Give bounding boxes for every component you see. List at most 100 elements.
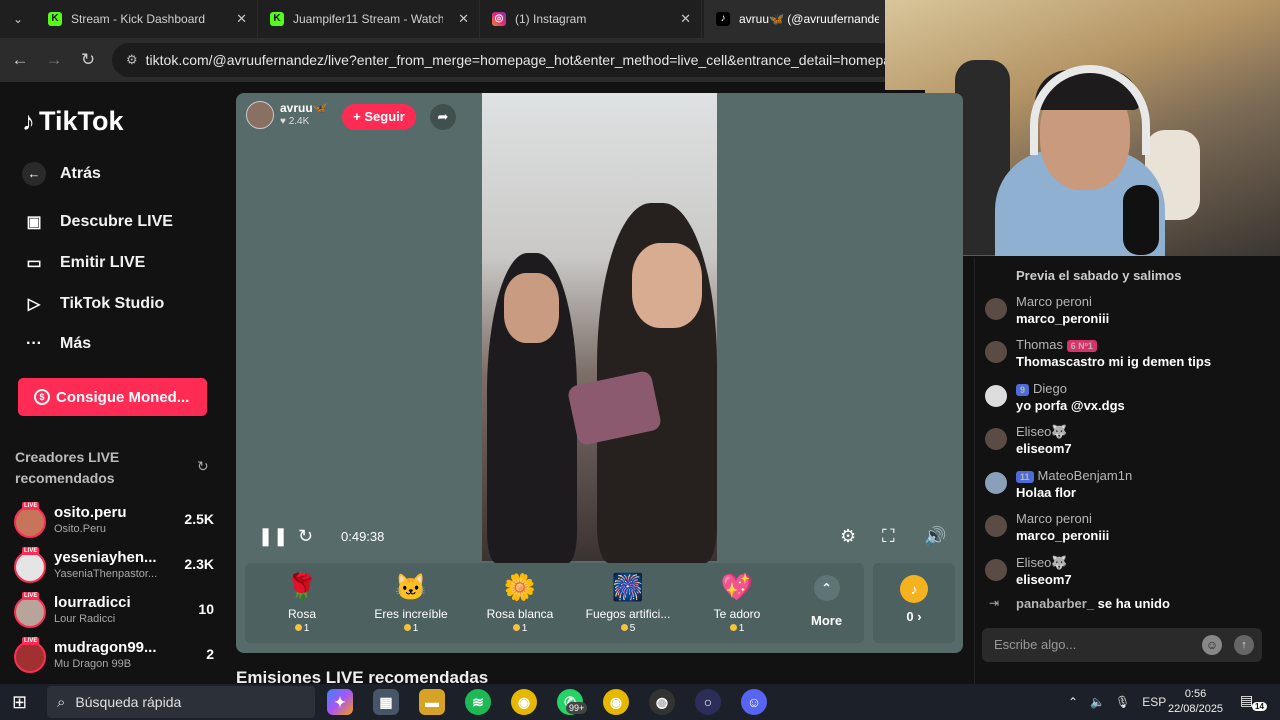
more-label: More xyxy=(811,613,843,628)
tiktok-coin-icon: ♪ xyxy=(900,575,928,603)
sidebar-item-tiktok-studio[interactable]: ▷ TikTok Studio xyxy=(22,294,164,314)
send-arrow-icon[interactable]: ↑ xyxy=(1234,635,1254,655)
host-info[interactable]: avruu🦋 ♥ 2.4K xyxy=(246,101,328,129)
clock-date: 22/08/2025 xyxy=(1168,703,1224,715)
reload-icon[interactable]: ↻ xyxy=(78,50,98,70)
close-tab-icon[interactable]: ✕ xyxy=(236,11,247,27)
gift-name: Eres increíble xyxy=(374,607,448,621)
kick-icon: K xyxy=(48,12,62,26)
creator-name: lourradicci xyxy=(54,594,131,611)
refresh-icon[interactable]: ↻ xyxy=(298,526,313,547)
chat-input[interactable]: Escribe algo... ☺ ↑ xyxy=(982,628,1262,662)
creator-name: yeseniayhen... xyxy=(54,549,157,566)
chevron-up-icon[interactable]: ⌃ xyxy=(1068,695,1078,709)
chat-text: Thomascastro mi ig demen tips xyxy=(1016,354,1212,369)
chrome-active-icon[interactable]: ◉ xyxy=(603,689,629,715)
creator-item[interactable]: LIVE yeseniayhen... YaseniaThenpastor...… xyxy=(14,547,214,585)
logo-text: TikTok xyxy=(39,106,124,136)
fullscreen-icon[interactable]: ⛶ xyxy=(882,526,895,547)
copilot-icon[interactable]: ✦ xyxy=(327,689,353,715)
obs-icon[interactable]: ◍ xyxy=(649,689,675,715)
recommended-creators-title: Creadores LIVE recomendados xyxy=(15,449,120,486)
file-explorer-icon[interactable]: ▬ xyxy=(419,689,445,715)
gift-item[interactable]: 💖 Te adoro 1 xyxy=(687,571,787,634)
studio-icon: ▷ xyxy=(27,296,41,313)
coin-icon: $ xyxy=(34,389,50,405)
refresh-icon[interactable]: ↻ xyxy=(197,458,209,475)
creator-item[interactable]: LIVE lourradicci Lour Radicci 10 xyxy=(14,592,214,630)
level-badge: 9 xyxy=(1016,383,1030,396)
chat-text: Previa el sabado y salimos xyxy=(1016,268,1182,283)
join-username[interactable]: panabarber_ xyxy=(1016,596,1094,611)
chat-username[interactable]: Diego xyxy=(1033,381,1067,396)
sidebar-item-discover-live[interactable]: ▣ Descubre LIVE xyxy=(22,212,173,232)
live-video-frame[interactable] xyxy=(482,93,717,563)
taskbar-search[interactable]: ⌕ Búsqueda rápida xyxy=(47,686,315,718)
search-placeholder: Búsqueda rápida xyxy=(75,694,182,710)
creator-item[interactable]: LIVE mudragon99... Mu Dragon 99B 2 xyxy=(14,637,214,675)
share-icon[interactable]: ➦ xyxy=(430,104,456,130)
browser-tab-instagram[interactable]: ◎ (1) Instagram ✕ xyxy=(480,0,702,38)
gift-item[interactable]: 🐱 Eres increíble 1 xyxy=(361,571,461,634)
viewer-count: 2.3K xyxy=(184,556,214,572)
pause-icon[interactable]: ❚❚ xyxy=(258,526,288,547)
chevron-up-icon: ⌃ xyxy=(813,575,840,601)
video-camera-icon: ▭ xyxy=(26,255,42,272)
sidebar-item-more[interactable]: ··· Más xyxy=(22,335,91,353)
sidebar-item-go-live[interactable]: ▭ Emitir LIVE xyxy=(22,253,145,273)
chat-username[interactable]: Eliseo🐺 xyxy=(1016,424,1068,440)
close-tab-icon[interactable]: ✕ xyxy=(458,11,469,27)
level-badge: 11 xyxy=(1016,470,1034,483)
avatar xyxy=(985,341,1007,363)
microphone-icon[interactable]: 🎙 xyxy=(1115,695,1130,709)
tab-search-chevron-icon[interactable]: ⌄ xyxy=(8,9,28,29)
spotify-icon[interactable]: ≋ xyxy=(465,689,491,715)
get-coins-button[interactable]: $ Consigue Moned... xyxy=(18,378,207,416)
follow-button[interactable]: + Seguir xyxy=(342,104,416,130)
clock[interactable]: 0:56 22/08/2025 xyxy=(1168,687,1223,717)
settings-gear-icon[interactable]: ⚙ xyxy=(840,526,856,547)
discord-icon[interactable]: ☺ xyxy=(741,689,767,715)
tiktok-sidebar: ♪ TikTok ← Atrás ▣ Descubre LIVE ▭ Emiti… xyxy=(0,82,228,684)
live-player[interactable]: avruu🦋 ♥ 2.4K + Seguir ➦ ❚❚ ↻ 0:49:38 ⚙ … xyxy=(236,93,963,653)
back-button[interactable]: ← Atrás xyxy=(22,162,101,186)
join-icon: ⇥ xyxy=(989,596,1000,610)
sidebar-item-label: TikTok Studio xyxy=(60,295,165,312)
calculator-icon[interactable]: ▦ xyxy=(373,689,399,715)
chat-username[interactable]: Marco peroni xyxy=(1016,294,1092,309)
app-icon[interactable]: ○ xyxy=(695,689,721,715)
chat-username[interactable]: MateoBenjam1n xyxy=(1038,468,1133,483)
browser-tab-kick-watch[interactable]: K Juampifer11 Stream - Watch Live ✕ xyxy=(258,0,480,38)
back-arrow-icon[interactable]: ← xyxy=(10,50,30,70)
sidebar-item-label: Descubre LIVE xyxy=(60,213,173,230)
chat-username[interactable]: Eliseo🐺 xyxy=(1016,555,1068,571)
emoji-icon[interactable]: ☺ xyxy=(1202,635,1222,655)
windows-start-icon[interactable]: ⊞ xyxy=(12,692,27,713)
join-text: se ha unido xyxy=(1097,596,1170,611)
host-avatar xyxy=(246,101,274,129)
volume-icon[interactable]: 🔊 xyxy=(924,526,946,547)
coin-balance-button[interactable]: ♪ 0 › xyxy=(873,563,955,643)
close-tab-icon[interactable]: ✕ xyxy=(680,11,691,27)
browser-tab-tiktok[interactable]: ♪ avruu🦋 (@avruufernandez xyxy=(704,0,885,38)
more-gifts-button[interactable]: ⌃ More xyxy=(811,575,842,628)
gift-item[interactable]: 🎆 Fuegos artifici... 5 xyxy=(578,571,678,634)
forward-arrow-icon[interactable]: → xyxy=(44,50,64,70)
gift-item[interactable]: 🌹 Rosa 1 xyxy=(252,571,352,634)
chat-username[interactable]: Thomas xyxy=(1016,337,1063,352)
creator-item[interactable]: LIVE osito.peru Osito.Peru 2.5K xyxy=(14,502,214,540)
chat-placeholder: Escribe algo... xyxy=(994,637,1077,652)
language-indicator[interactable]: ESP xyxy=(1142,695,1166,709)
viewer-count: 10 xyxy=(198,601,214,617)
speaker-icon[interactable]: 🔈 xyxy=(1090,695,1105,709)
tiktok-logo[interactable]: ♪ TikTok xyxy=(22,106,124,137)
creator-name: osito.peru xyxy=(54,504,127,521)
creator-name: mudragon99... xyxy=(54,639,157,656)
gift-item[interactable]: 🌼 Rosa blanca 1 xyxy=(470,571,570,634)
browser-tab-kick-dashboard[interactable]: K Stream - Kick Dashboard ✕ xyxy=(36,0,258,38)
chat-username[interactable]: Marco peroni xyxy=(1016,511,1092,526)
chat-text: eliseom7 xyxy=(1016,441,1072,456)
site-settings-icon[interactable]: ⚙ xyxy=(126,52,138,68)
address-bar[interactable]: ⚙ tiktok.com/@avruufernandez/live?enter_… xyxy=(112,43,902,77)
chrome-icon[interactable]: ◉ xyxy=(511,689,537,715)
